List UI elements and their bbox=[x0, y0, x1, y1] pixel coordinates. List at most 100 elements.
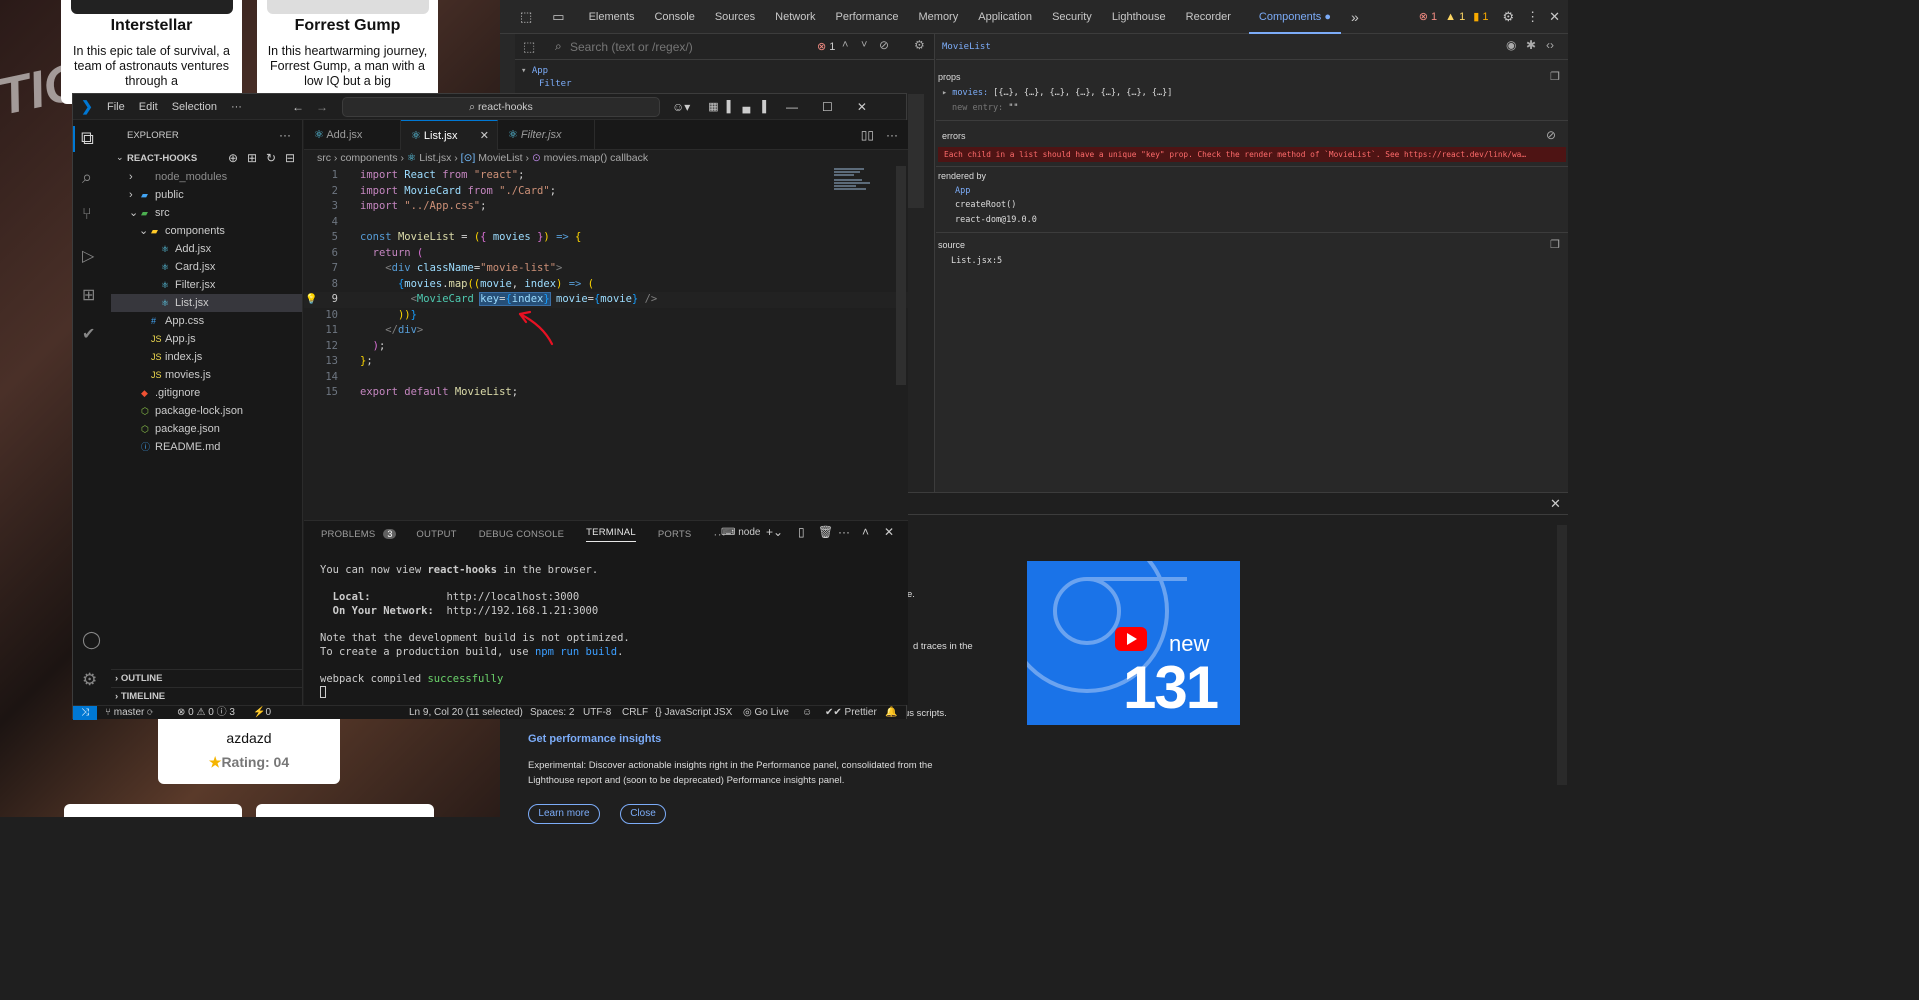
more-actions-icon[interactable]: ··· bbox=[838, 525, 850, 539]
tree-file[interactable]: ◆ .gitignore bbox=[111, 384, 302, 402]
tree-file[interactable]: ⬡ package-lock.json bbox=[111, 402, 302, 420]
minimap[interactable] bbox=[834, 166, 882, 196]
prettier-status[interactable]: ✔✔ Prettier bbox=[825, 706, 877, 720]
more-actions-icon[interactable]: ··· bbox=[279, 128, 291, 142]
tab-problems[interactable]: PROBLEMS bbox=[321, 529, 375, 540]
tree-scrollbar[interactable] bbox=[908, 94, 924, 208]
tab-output[interactable]: OUTPUT bbox=[416, 529, 456, 540]
tab-recorder[interactable]: Recorder bbox=[1176, 11, 1241, 23]
terminal-output[interactable]: You can now view react-hooks in the brow… bbox=[304, 547, 908, 700]
editor-scrollbar[interactable] bbox=[896, 166, 906, 385]
movie-card-azdazd[interactable]: azdazd ★Rating: 04 bbox=[158, 718, 340, 784]
extensions-icon[interactable]: ⊞ bbox=[82, 285, 95, 305]
manage-gear-icon[interactable]: ⚙ bbox=[82, 670, 97, 690]
layout-icon[interactable]: ▦ bbox=[708, 100, 718, 113]
tab-add-jsx[interactable]: ⚛ Add.jsx bbox=[304, 120, 401, 150]
movie-card-forrest-gump[interactable]: Forrest Gump In this heartwarming journe… bbox=[257, 0, 438, 104]
tab-network[interactable]: Network bbox=[765, 11, 825, 23]
chevron-up-icon[interactable]: ˄ bbox=[842, 39, 848, 51]
lightbulb-icon[interactable]: 💡 bbox=[305, 292, 317, 308]
tree-folder[interactable]: ⌄ ▰ components bbox=[111, 222, 302, 240]
go-live-button[interactable]: ◎ Go Live bbox=[743, 706, 789, 720]
copilot-icon[interactable]: ☺▾ bbox=[672, 100, 690, 114]
breadcrumb-file[interactable]: List.jsx bbox=[419, 152, 451, 164]
tree-file[interactable]: JS movies.js bbox=[111, 366, 302, 384]
tree-file[interactable]: JS App.js bbox=[111, 330, 302, 348]
tree-folder[interactable]: › ▰ public bbox=[111, 186, 302, 204]
search-icon[interactable]: ⌕ bbox=[82, 167, 92, 188]
rendered-by-app[interactable]: App bbox=[955, 186, 970, 196]
run-debug-icon[interactable]: ▷ bbox=[82, 246, 94, 266]
movie-card-partial[interactable] bbox=[256, 804, 434, 817]
menu-selection[interactable]: Selection bbox=[172, 101, 217, 113]
menu-more[interactable]: ··· bbox=[231, 101, 242, 113]
back-arrow-icon[interactable]: ← bbox=[292, 100, 304, 114]
cursor-position[interactable]: Ln 9, Col 20 (11 selected) bbox=[409, 706, 523, 720]
tree-file[interactable]: ⓘ README.md bbox=[111, 438, 302, 456]
maximize-icon[interactable]: ☐ bbox=[822, 100, 833, 114]
tab-sources[interactable]: Sources bbox=[705, 11, 765, 23]
settings-icon[interactable]: ⚙ bbox=[914, 38, 925, 52]
inspect-icon[interactable]: ⬚ bbox=[510, 9, 542, 25]
refresh-icon[interactable]: ↻ bbox=[266, 151, 276, 165]
breadcrumb-callback[interactable]: movies.map() callback bbox=[544, 152, 648, 164]
close-tab-icon[interactable]: ✕ bbox=[480, 121, 489, 151]
close-drawer-icon[interactable]: ✕ bbox=[1550, 496, 1561, 512]
tab-filter-jsx[interactable]: ⚛ Filter.jsx bbox=[498, 120, 595, 150]
warning-badge[interactable]: ▲ 1 bbox=[1445, 11, 1465, 23]
copy-icon[interactable]: ❐ bbox=[1550, 70, 1560, 83]
tree-file[interactable]: ⚛ List.jsx bbox=[111, 294, 302, 312]
tree-file[interactable]: # App.css bbox=[111, 312, 302, 330]
more-actions-icon[interactable]: ··· bbox=[886, 120, 898, 149]
tree-file[interactable]: ⚛ Add.jsx bbox=[111, 240, 302, 258]
prop-movies[interactable]: ▸ movies: [{…}, {…}, {…}, {…}, {…}, {…},… bbox=[942, 88, 1172, 98]
tree-folder[interactable]: › node_modules bbox=[111, 168, 302, 186]
tree-folder[interactable]: ⌄ ▰ src bbox=[111, 204, 302, 222]
copilot-status-icon[interactable]: ☺ bbox=[802, 706, 812, 720]
close-button[interactable]: Close bbox=[620, 804, 666, 824]
tab-ports[interactable]: PORTS bbox=[658, 529, 692, 540]
tab-security[interactable]: Security bbox=[1042, 11, 1102, 23]
project-header[interactable]: ⌄ REACT-HOOKS ⊕ ⊞ ↻ ⊟ bbox=[111, 150, 302, 168]
clear-errors-icon[interactable]: ⊘ bbox=[1546, 128, 1556, 142]
split-editor-icon[interactable]: ▯▯ bbox=[861, 120, 874, 149]
clear-icon[interactable]: ⊘ bbox=[879, 38, 889, 52]
command-center-search[interactable]: ⌕ react-hooks bbox=[341, 96, 660, 117]
maximize-panel-icon[interactable]: ˄ bbox=[862, 525, 869, 539]
end-of-line[interactable]: CRLF bbox=[622, 706, 648, 720]
close-devtools-icon[interactable]: ✕ bbox=[1549, 9, 1560, 25]
code-icon[interactable]: ‹› bbox=[1546, 38, 1554, 52]
source-control-icon[interactable]: ⑂ bbox=[82, 206, 92, 224]
movie-card-interstellar[interactable]: Interstellar In this epic tale of surviv… bbox=[61, 0, 242, 104]
problems-indicator[interactable]: ⊗ 0 ⚠ 0 ⓘ 3 bbox=[177, 706, 235, 720]
toggle-panel-icon[interactable]: ▄ bbox=[742, 101, 750, 113]
notifications-bell-icon[interactable]: 🔔 bbox=[885, 706, 897, 720]
minimize-icon[interactable]: — bbox=[786, 100, 798, 114]
new-folder-icon[interactable]: ⊞ bbox=[247, 151, 257, 165]
error-count[interactable]: ⊗ 1 bbox=[817, 40, 835, 53]
kebab-menu-icon[interactable]: ⋮ bbox=[1526, 9, 1539, 25]
tab-debug-console[interactable]: DEBUG CONSOLE bbox=[479, 529, 564, 540]
device-toolbar-icon[interactable]: ▭ bbox=[542, 9, 578, 25]
ports-indicator[interactable]: ⚡0 bbox=[253, 706, 271, 720]
encoding[interactable]: UTF-8 bbox=[583, 706, 611, 720]
menu-edit[interactable]: Edit bbox=[139, 101, 158, 113]
indentation[interactable]: Spaces: 2 bbox=[530, 706, 574, 720]
account-icon[interactable]: ◯ bbox=[82, 630, 101, 650]
breadcrumb-symbol[interactable]: MovieList bbox=[478, 152, 522, 164]
settings-icon[interactable]: ⚙ bbox=[1502, 9, 1514, 25]
tab-elements[interactable]: Elements bbox=[579, 11, 645, 23]
tab-performance[interactable]: Performance bbox=[826, 11, 909, 23]
tree-node-filter[interactable]: Filter bbox=[515, 76, 934, 89]
more-tabs-icon[interactable]: » bbox=[1341, 9, 1369, 25]
testing-icon[interactable]: ✔ bbox=[82, 324, 95, 344]
toggle-sidebar-icon[interactable]: ▌ bbox=[727, 101, 735, 113]
bug-icon[interactable]: ✱ bbox=[1526, 38, 1536, 52]
learn-more-button[interactable]: Learn more bbox=[528, 804, 600, 824]
drawer-scrollbar[interactable] bbox=[1557, 525, 1567, 785]
close-window-icon[interactable]: ✕ bbox=[857, 100, 867, 114]
prop-new-entry[interactable]: new entry: "" bbox=[952, 103, 1019, 113]
code-editor[interactable]: 1 import React from "react"; 2 import Movi… bbox=[304, 166, 908, 401]
menu-file[interactable]: File bbox=[107, 101, 125, 113]
tab-application[interactable]: Application bbox=[968, 11, 1042, 23]
